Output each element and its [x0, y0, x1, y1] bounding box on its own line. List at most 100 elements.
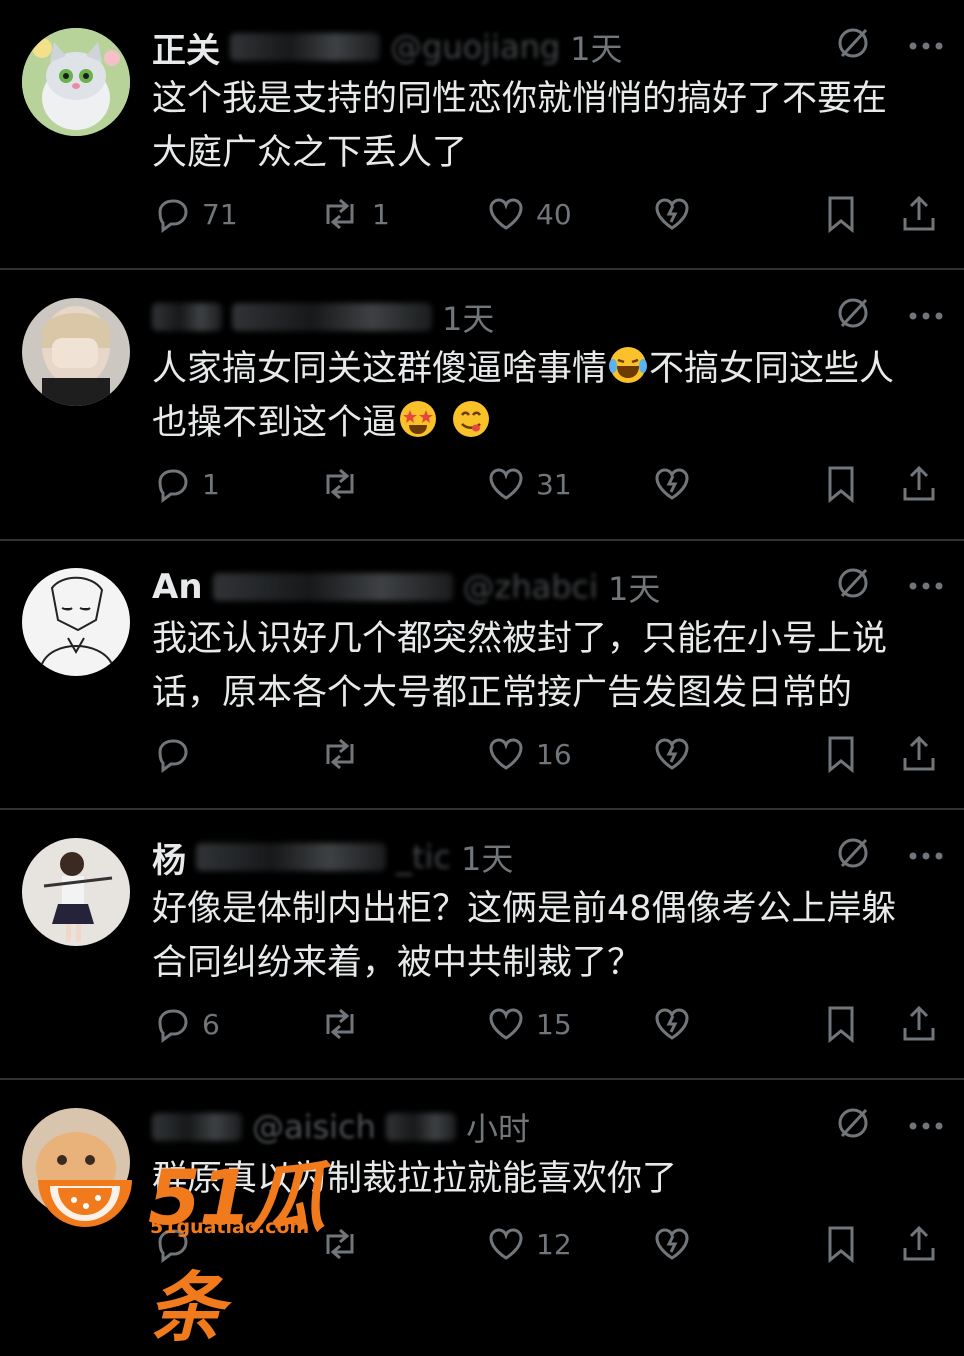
yum-emoji-icon: [453, 401, 490, 437]
repost-button[interactable]: [318, 464, 372, 504]
redacted-handle: [196, 843, 386, 871]
repost-button[interactable]: [318, 734, 372, 774]
reply-post[interactable]: 1天 人家搞女同关这群傻逼啥事情 不搞女同这些人 也操不到这个逼 1 31: [0, 290, 964, 538]
broken-heart-icon: [655, 1008, 689, 1040]
post-text: 好像是体制内出柜？这俩是前48偶像考公上岸躲 合同纠纷来着，被中共制裁了？: [152, 889, 897, 983]
reply-button[interactable]: [152, 734, 202, 774]
like-button[interactable]: 12: [486, 1224, 572, 1264]
post-header: 杨 _tic 1天: [152, 832, 513, 882]
share-button[interactable]: [900, 464, 938, 504]
divider: [0, 539, 964, 541]
heart-icon: [489, 1228, 523, 1260]
bookmark-button[interactable]: [824, 464, 858, 504]
author-name[interactable]: An: [152, 567, 203, 607]
avatar[interactable]: [22, 28, 130, 136]
action-bar: 6 15: [152, 1004, 942, 1048]
more-options-icon[interactable]: [908, 576, 944, 595]
like-count: 31: [536, 467, 572, 501]
dislike-button[interactable]: [652, 1004, 692, 1044]
like-button[interactable]: 15: [486, 1004, 572, 1044]
redacted-name: [152, 303, 222, 331]
grok-icon[interactable]: [834, 1104, 872, 1146]
bookmark-button[interactable]: [824, 1224, 858, 1264]
share-button[interactable]: [900, 1224, 938, 1264]
star-struck-emoji-icon: [400, 401, 437, 437]
post-text: 人家搞女同关这群傻逼啥事情 不搞女同这些人 也操不到这个逼: [152, 342, 942, 450]
post-text-part: [439, 403, 450, 443]
grok-icon[interactable]: [834, 834, 872, 876]
dislike-button[interactable]: [652, 194, 692, 234]
dislike-button[interactable]: [652, 1224, 692, 1264]
repost-button[interactable]: 1: [318, 194, 390, 234]
bookmark-icon: [828, 196, 854, 234]
reply-post[interactable]: 杨 _tic 1天 好像是体制内出柜？这俩是前48偶像考公上岸躲 合同纠纷来着，…: [0, 830, 964, 1078]
reply-count: 1: [202, 467, 220, 501]
watermark-logo-text: 51瓜条: [148, 1153, 326, 1352]
reply-icon: [158, 739, 188, 773]
repost-icon: [326, 1008, 354, 1040]
share-button[interactable]: [900, 194, 938, 234]
dislike-button[interactable]: [652, 734, 692, 774]
reply-feed: 正关 @guojiang 1天 这个我是支持的同性恋你就悄悄的搞好了不要在 大庭…: [0, 0, 964, 1352]
reply-post[interactable]: 正关 @guojiang 1天 这个我是支持的同性恋你就悄悄的搞好了不要在 大庭…: [0, 20, 964, 268]
more-options-icon[interactable]: [908, 846, 944, 865]
post-time[interactable]: 1天: [608, 564, 660, 610]
like-button[interactable]: 16: [486, 734, 572, 774]
redacted-handle: [232, 303, 432, 331]
avatar[interactable]: [22, 568, 130, 676]
reply-button[interactable]: 71: [152, 194, 238, 234]
share-icon: [903, 1225, 935, 1261]
post-text: 这个我是支持的同性恋你就悄悄的搞好了不要在 大庭广众之下丢人了: [152, 79, 888, 173]
divider: [0, 268, 964, 270]
author-handle[interactable]: @zhabci: [463, 568, 598, 606]
bookmark-button[interactable]: [824, 1004, 858, 1044]
like-button[interactable]: 40: [486, 194, 572, 234]
reply-button[interactable]: 1: [152, 464, 220, 504]
reply-post[interactable]: An @zhabci 1天 我还认识好几个都突然被封了，只能在小号上说 话，原本…: [0, 560, 964, 808]
post-time[interactable]: 1天: [442, 294, 494, 340]
author-handle[interactable]: _tic: [396, 838, 451, 876]
like-count: 12: [536, 1227, 572, 1261]
grok-icon[interactable]: [834, 294, 872, 336]
watermark: 51瓜条 51guatiao.com: [30, 1140, 350, 1352]
post-time[interactable]: 1天: [570, 24, 622, 70]
dislike-button[interactable]: [652, 464, 692, 504]
author-handle[interactable]: @guojiang: [390, 28, 560, 66]
repost-icon: [326, 738, 354, 770]
avatar[interactable]: [22, 838, 130, 946]
reply-button[interactable]: 6: [152, 1004, 220, 1044]
action-bar: 16: [152, 734, 942, 778]
bookmark-button[interactable]: [824, 734, 858, 774]
broken-heart-icon: [655, 1228, 689, 1260]
post-time[interactable]: 1天: [461, 834, 513, 880]
action-bar: 1 31: [152, 464, 942, 508]
avatar[interactable]: [22, 298, 130, 406]
grok-icon[interactable]: [834, 24, 872, 66]
redacted-handle: [385, 1113, 456, 1141]
laughing-tears-emoji-icon: [609, 347, 648, 383]
like-button[interactable]: 31: [486, 464, 572, 504]
share-button[interactable]: [900, 734, 938, 774]
broken-heart-icon: [655, 198, 689, 230]
bookmark-icon: [828, 1006, 854, 1044]
post-text-part: 人家搞女同关这群傻逼啥事情: [152, 349, 608, 389]
post-top-actions: [834, 834, 944, 876]
more-options-icon[interactable]: [908, 36, 944, 55]
author-name[interactable]: 正关: [152, 23, 220, 72]
repost-icon: [326, 198, 354, 230]
grok-icon[interactable]: [834, 564, 872, 606]
post-time[interactable]: 小时: [466, 1104, 530, 1150]
post-text: 我还认识好几个都突然被封了，只能在小号上说 话，原本各个大号都正常接广告发图发日…: [152, 619, 888, 713]
more-options-icon[interactable]: [908, 306, 944, 325]
repost-icon: [326, 468, 354, 500]
reply-icon: [158, 199, 188, 233]
more-options-icon[interactable]: [908, 1116, 944, 1135]
bookmark-button[interactable]: [824, 194, 858, 234]
author-name[interactable]: 杨: [152, 833, 186, 882]
share-button[interactable]: [900, 1004, 938, 1044]
redacted-handle: [230, 33, 380, 61]
repost-button[interactable]: [318, 1004, 372, 1044]
bookmark-icon: [828, 1226, 854, 1264]
reply-count: 71: [202, 197, 238, 231]
like-count: 15: [536, 1007, 572, 1041]
